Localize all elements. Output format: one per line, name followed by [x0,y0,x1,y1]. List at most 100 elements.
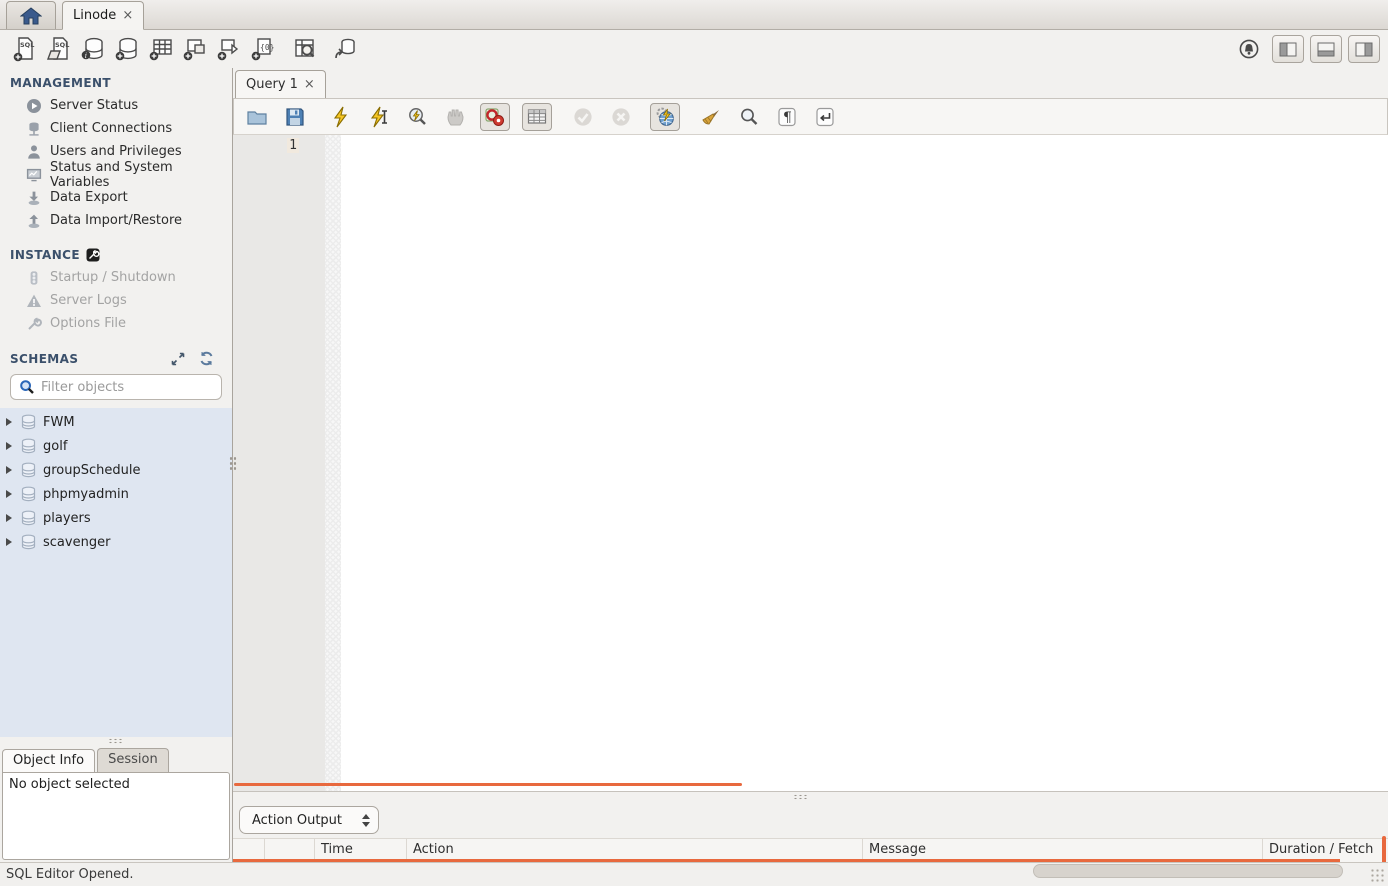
limit-rows-toggle-icon [526,106,548,128]
editor-text-area[interactable] [341,135,1388,791]
toggle-right-panel-button[interactable] [1348,35,1380,63]
open-file-button[interactable] [244,104,270,130]
create-schema-button[interactable] [110,33,144,65]
home-tab[interactable] [6,1,56,29]
wrap-text-toggle[interactable] [812,104,838,130]
filter-objects-box[interactable] [10,374,222,400]
create-procedure-button[interactable] [212,33,246,65]
sidebar-item-client-connections[interactable]: Client Connections [0,117,232,140]
create-function-button[interactable]: {0} [246,33,280,65]
new-sql-tab-button[interactable]: SQL [8,33,42,65]
schema-icon [20,438,37,454]
open-file-icon [246,106,268,128]
close-icon[interactable]: × [304,78,315,91]
create-view-button[interactable] [178,33,212,65]
create-view-icon [182,36,208,62]
save-button[interactable] [282,104,308,130]
wrap-text-toggle-icon [814,106,836,128]
sidebar-splitter-handle[interactable] [229,456,237,472]
info-panel-splitter-handle[interactable] [0,737,232,745]
create-table-button[interactable] [144,33,178,65]
open-sql-script-button[interactable]: SQL [42,33,76,65]
tab-object-info[interactable]: Object Info [2,749,95,772]
output-splitter[interactable] [233,791,1388,802]
expand-arrow-icon[interactable] [6,466,12,474]
new-sql-tab-icon: SQL [12,36,38,62]
reconnect-database-icon [332,36,358,62]
sidebar-item-startup-shutdown[interactable]: Startup / Shutdown [0,266,232,289]
svg-text:¶: ¶ [783,110,792,126]
toggle-right-panel-icon [1355,42,1373,57]
commit-icon [572,106,594,128]
stop-on-error-toggle[interactable] [480,103,510,131]
schema-item-groupschedule[interactable]: groupSchedule [0,458,232,482]
sidebar-item-server-status[interactable]: Server Status [0,94,232,117]
fold-margin [325,135,341,791]
commit-button[interactable] [570,104,596,130]
tab-session[interactable]: Session [97,748,169,772]
object-info-panel: No object selected [2,772,230,860]
schema-item-players[interactable]: players [0,506,232,530]
execute-button[interactable] [328,104,354,130]
schema-item-phpmyadmin[interactable]: phpmyadmin [0,482,232,506]
notifications-button[interactable] [1232,33,1266,65]
bottom-horizontal-scrollbar[interactable] [1033,864,1343,878]
svg-text:SQL: SQL [20,41,34,49]
expand-schemas-icon[interactable] [171,352,185,366]
invisibles-toggle[interactable]: ¶ [774,104,800,130]
expand-arrow-icon[interactable] [6,538,12,546]
schema-item-scavenger[interactable]: scavenger [0,530,232,554]
reconnect-database-button[interactable] [328,33,362,65]
filter-row [10,374,222,400]
rollback-button[interactable] [608,104,634,130]
output-vertical-scrollbar[interactable] [1382,836,1386,864]
data-import-icon [26,213,42,229]
sidebar-item-options-file[interactable]: Options File [0,312,232,335]
sidebar-item-server-logs[interactable]: Server Logs [0,289,232,312]
document-tab-bar: Linode × [0,0,1388,30]
editor-horizontal-scrollbar[interactable] [234,783,742,786]
beautify-button[interactable] [698,104,724,130]
connection-tab[interactable]: Linode × [62,1,144,30]
schema-item-fwm[interactable]: FWM [0,410,232,434]
execute-current-statement-button[interactable] [366,104,392,130]
explain-button[interactable] [404,104,430,130]
search-data-button[interactable] [288,33,322,65]
schema-icon [20,486,37,502]
svg-text:SQL: SQL [55,41,69,49]
status-bar: SQL Editor Opened. [0,862,1388,886]
sql-code-editor[interactable]: 1 [233,135,1388,791]
sql-editor-area: Query 1 × [233,68,1388,862]
inspect-database-button[interactable]: i [76,33,110,65]
expand-arrow-icon[interactable] [6,490,12,498]
execute-icon [330,106,352,128]
schema-icon [20,414,37,430]
schema-item-golf[interactable]: golf [0,434,232,458]
svg-text:{0}: {0} [260,43,274,52]
output-view-selector[interactable]: Action Output [239,806,379,834]
navigator-sidebar: MANAGEMENT Server Status Client Connecti… [0,68,233,862]
autocommit-toggle[interactable] [650,103,680,131]
server-logs-icon [26,293,42,309]
window-resize-grip[interactable] [1370,868,1386,884]
find-button[interactable] [736,104,762,130]
splitter-handle[interactable] [793,794,809,800]
sidebar-item-data-export[interactable]: Data Export [0,186,232,209]
limit-rows-toggle[interactable] [522,103,552,131]
execute-current-statement-icon [368,106,390,128]
expand-arrow-icon[interactable] [6,514,12,522]
create-procedure-icon [216,36,242,62]
toggle-left-panel-button[interactable] [1272,35,1304,63]
sidebar-item-system-variables[interactable]: Status and System Variables [0,163,232,186]
filter-objects-input[interactable] [41,380,213,395]
expand-arrow-icon[interactable] [6,442,12,450]
stop-button[interactable] [442,104,468,130]
refresh-schemas-icon[interactable] [199,351,214,366]
query-tab[interactable]: Query 1 × [235,70,326,98]
toggle-bottom-panel-button[interactable] [1310,35,1342,63]
expand-arrow-icon[interactable] [6,418,12,426]
close-icon[interactable]: × [122,9,133,22]
schema-icon [20,510,37,526]
wrench-badge-icon [86,248,100,262]
sidebar-item-data-import[interactable]: Data Import/Restore [0,209,232,232]
